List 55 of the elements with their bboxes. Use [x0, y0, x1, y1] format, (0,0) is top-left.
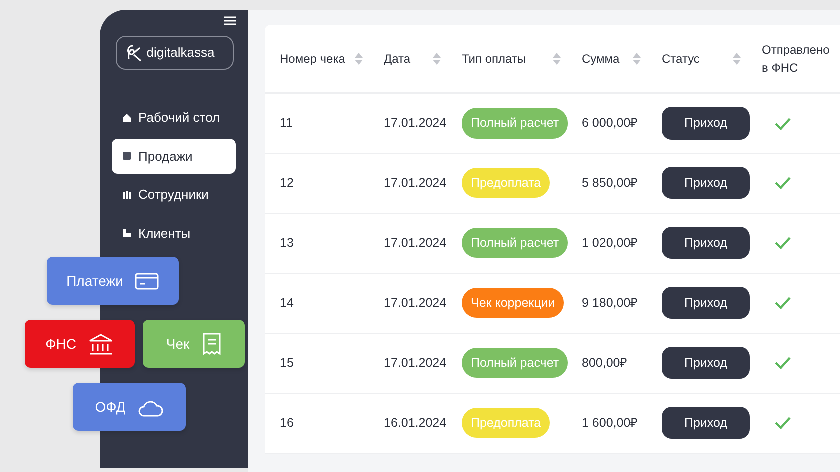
table-cell: 5 850,00₽	[582, 176, 638, 190]
status-tag: Приход	[662, 286, 750, 320]
table-cell: 15	[280, 356, 294, 370]
payment-type-tag: Полный расчет	[462, 348, 568, 378]
card-icon	[135, 272, 160, 290]
table-cell: 17.01.2024	[384, 356, 447, 370]
table-cell: 14	[280, 296, 294, 310]
service-tile[interactable]: Платежи	[47, 257, 179, 305]
service-tile[interactable]: ФНС	[25, 320, 135, 368]
column-header: Номер чека	[280, 50, 346, 68]
tile-label: ОФД	[95, 398, 126, 417]
status-tag: Приход	[662, 346, 750, 380]
column-header: Статус	[662, 50, 700, 68]
table-cell: 16.01.2024	[384, 416, 447, 430]
column-header: Дата	[384, 50, 411, 68]
table-cell: 800,00₽	[582, 356, 628, 370]
sidebar-item[interactable]: Клиенты	[112, 216, 236, 251]
table-cell: 9 180,00₽	[582, 296, 638, 310]
payment-type-tag: Полный расчет	[462, 108, 568, 139]
status-tag: Приход	[662, 166, 750, 200]
receipt-icon	[202, 332, 222, 356]
table-cell: 11	[280, 116, 293, 130]
tile-label: Платежи	[66, 272, 124, 290]
sidebar-item[interactable]: Продажи	[112, 138, 236, 174]
table-cell: 6 000,00₽	[582, 116, 638, 130]
receipt-icon	[122, 151, 132, 162]
table-cell: 17.01.2024	[384, 116, 447, 130]
status-tag: Приход	[662, 406, 750, 440]
table-cell: 17.01.2024	[384, 176, 447, 190]
sidebar-item[interactable]: Сотрудники	[112, 177, 236, 212]
column-header: Сумма	[582, 50, 620, 68]
column-header: Тип оплаты	[462, 50, 526, 68]
status-tag: Приход	[662, 226, 750, 260]
table-cell: 13	[280, 236, 294, 250]
menu-button[interactable]	[224, 16, 236, 26]
service-tile[interactable]: ОФД	[73, 383, 186, 431]
table-cell: 17.01.2024	[384, 296, 447, 310]
tile-label: ФНС	[46, 334, 76, 354]
status-tag: Приход	[662, 106, 750, 140]
table-cell: 1 020,00₽	[582, 236, 638, 250]
table-cell: 12	[280, 176, 294, 190]
payment-type-tag: Чек коррекции	[462, 288, 564, 318]
tile-label: Чек	[166, 334, 190, 354]
logo-text: digitalkassa	[146, 44, 215, 62]
table-cell: 1 600,00₽	[582, 416, 638, 430]
menu-icon	[224, 16, 236, 26]
bank-icon	[88, 332, 114, 356]
table-cell: 16	[280, 416, 294, 430]
home-icon	[122, 112, 132, 123]
payment-type-tag: Предоплата	[462, 168, 550, 198]
table-cell: 17.01.2024	[384, 236, 447, 250]
payment-type-tag: Предоплата	[462, 408, 550, 438]
payment-type-tag: Полный расчет	[462, 228, 568, 258]
sidebar-item[interactable]: Рабочий стол	[112, 100, 236, 136]
column-header: Отправлено в ФНС	[762, 42, 831, 76]
